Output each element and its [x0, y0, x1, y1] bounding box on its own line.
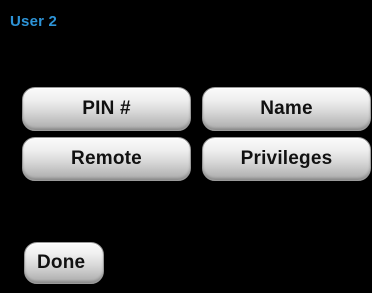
done-button-label: Done	[37, 252, 86, 273]
privileges-button-label: Privileges	[240, 148, 333, 169]
name-button-label: Name	[260, 98, 313, 119]
pin-button[interactable]: PIN #	[22, 87, 191, 131]
page-title: User 2	[10, 13, 58, 30]
remote-button[interactable]: Remote	[22, 137, 191, 181]
done-button[interactable]: Done	[24, 242, 104, 284]
remote-button-label: Remote	[71, 148, 142, 169]
name-button[interactable]: Name	[202, 87, 371, 131]
privileges-button[interactable]: Privileges	[202, 137, 371, 181]
pin-button-label: PIN #	[82, 98, 131, 119]
user-settings-screen: User 2 PIN # Name Remote Privileges Done	[0, 0, 372, 293]
